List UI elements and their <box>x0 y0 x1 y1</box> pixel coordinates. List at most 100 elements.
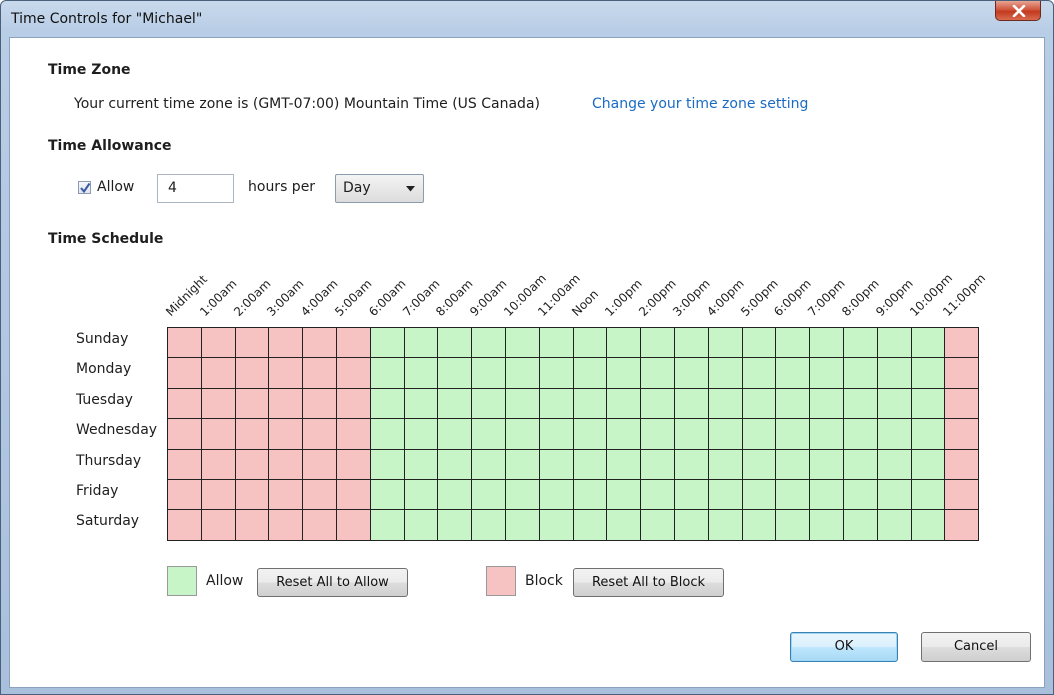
schedule-cell[interactable] <box>641 358 675 389</box>
schedule-cell[interactable] <box>168 358 202 389</box>
schedule-cell[interactable] <box>641 449 675 480</box>
schedule-cell[interactable] <box>336 388 371 420</box>
schedule-cell[interactable] <box>269 510 304 541</box>
schedule-cell[interactable] <box>269 419 304 450</box>
schedule-cell[interactable] <box>742 358 777 389</box>
schedule-cell[interactable] <box>404 358 439 389</box>
change-time-zone-link[interactable]: Change your time zone setting <box>592 96 808 112</box>
schedule-cell[interactable] <box>843 479 878 511</box>
schedule-cell[interactable] <box>708 510 743 541</box>
schedule-cell[interactable] <box>438 328 473 359</box>
schedule-cell[interactable] <box>776 419 811 450</box>
schedule-cell[interactable] <box>404 328 439 359</box>
schedule-cell[interactable] <box>472 358 506 389</box>
ok-button[interactable]: OK <box>790 632 898 662</box>
schedule-cell[interactable] <box>438 449 473 480</box>
schedule-cell[interactable] <box>269 358 304 389</box>
schedule-cell[interactable] <box>708 388 743 420</box>
schedule-cell[interactable] <box>370 328 405 359</box>
schedule-cell[interactable] <box>674 328 709 359</box>
schedule-cell[interactable] <box>472 479 506 511</box>
schedule-cell[interactable] <box>472 419 506 450</box>
schedule-cell[interactable] <box>607 510 642 541</box>
schedule-cell[interactable] <box>505 449 540 480</box>
allow-checkbox-label[interactable]: Allow <box>97 179 134 195</box>
schedule-cell[interactable] <box>370 449 405 480</box>
schedule-cell[interactable] <box>607 388 642 420</box>
schedule-cell[interactable] <box>235 449 270 480</box>
schedule-cell[interactable] <box>269 388 304 420</box>
schedule-cell[interactable] <box>742 328 777 359</box>
schedule-cell[interactable] <box>269 449 304 480</box>
schedule-cell[interactable] <box>674 388 709 420</box>
schedule-cell[interactable] <box>269 479 304 511</box>
schedule-cell[interactable] <box>945 358 980 389</box>
schedule-cell[interactable] <box>776 358 811 389</box>
schedule-cell[interactable] <box>776 328 811 359</box>
schedule-cell[interactable] <box>573 419 608 450</box>
schedule-cell[interactable] <box>945 479 980 511</box>
schedule-cell[interactable] <box>336 449 371 480</box>
schedule-cell[interactable] <box>674 449 709 480</box>
schedule-cell[interactable] <box>674 358 709 389</box>
schedule-cell[interactable] <box>168 419 202 450</box>
schedule-cell[interactable] <box>404 388 439 420</box>
schedule-cell[interactable] <box>877 388 912 420</box>
schedule-cell[interactable] <box>336 358 371 389</box>
schedule-cell[interactable] <box>843 358 878 389</box>
cancel-button[interactable]: Cancel <box>921 632 1031 662</box>
reset-all-to-allow-button[interactable]: Reset All to Allow <box>257 568 408 597</box>
schedule-cell[interactable] <box>708 358 743 389</box>
schedule-cell[interactable] <box>776 510 811 541</box>
schedule-cell[interactable] <box>336 419 371 450</box>
schedule-cell[interactable] <box>911 449 946 480</box>
schedule-cell[interactable] <box>573 358 608 389</box>
schedule-cell[interactable] <box>911 479 946 511</box>
schedule-cell[interactable] <box>911 388 946 420</box>
schedule-cell[interactable] <box>641 479 675 511</box>
schedule-cell[interactable] <box>336 328 371 359</box>
schedule-cell[interactable] <box>539 388 574 420</box>
schedule-cell[interactable] <box>505 510 540 541</box>
title-bar[interactable]: Time Controls for "Michael" <box>1 1 1053 37</box>
schedule-cell[interactable] <box>539 358 574 389</box>
schedule-cell[interactable] <box>843 328 878 359</box>
schedule-cell[interactable] <box>877 328 912 359</box>
schedule-cell[interactable] <box>539 328 574 359</box>
schedule-cell[interactable] <box>877 419 912 450</box>
schedule-cell[interactable] <box>810 449 844 480</box>
schedule-cell[interactable] <box>641 388 675 420</box>
schedule-cell[interactable] <box>945 328 980 359</box>
schedule-cell[interactable] <box>472 449 506 480</box>
schedule-cell[interactable] <box>674 510 709 541</box>
period-select[interactable]: Day <box>335 174 424 203</box>
schedule-cell[interactable] <box>810 358 844 389</box>
reset-all-to-block-button[interactable]: Reset All to Block <box>573 568 724 597</box>
schedule-cell[interactable] <box>505 328 540 359</box>
schedule-cell[interactable] <box>843 449 878 480</box>
schedule-cell[interactable] <box>877 449 912 480</box>
schedule-cell[interactable] <box>945 419 980 450</box>
schedule-cell[interactable] <box>438 479 473 511</box>
schedule-cell[interactable] <box>573 328 608 359</box>
schedule-cell[interactable] <box>877 358 912 389</box>
schedule-cell[interactable] <box>945 388 980 420</box>
schedule-cell[interactable] <box>911 419 946 450</box>
hours-input[interactable]: 4 <box>157 174 234 203</box>
schedule-cell[interactable] <box>505 388 540 420</box>
schedule-cell[interactable] <box>505 479 540 511</box>
schedule-cell[interactable] <box>573 388 608 420</box>
schedule-cell[interactable] <box>810 328 844 359</box>
schedule-cell[interactable] <box>742 510 777 541</box>
schedule-cell[interactable] <box>201 479 236 511</box>
schedule-cell[interactable] <box>641 419 675 450</box>
schedule-cell[interactable] <box>235 328 270 359</box>
schedule-cell[interactable] <box>742 479 777 511</box>
schedule-cell[interactable] <box>269 328 304 359</box>
schedule-cell[interactable] <box>201 449 236 480</box>
schedule-cell[interactable] <box>945 449 980 480</box>
schedule-cell[interactable] <box>168 479 202 511</box>
schedule-cell[interactable] <box>607 479 642 511</box>
schedule-cell[interactable] <box>168 449 202 480</box>
schedule-cell[interactable] <box>438 388 473 420</box>
